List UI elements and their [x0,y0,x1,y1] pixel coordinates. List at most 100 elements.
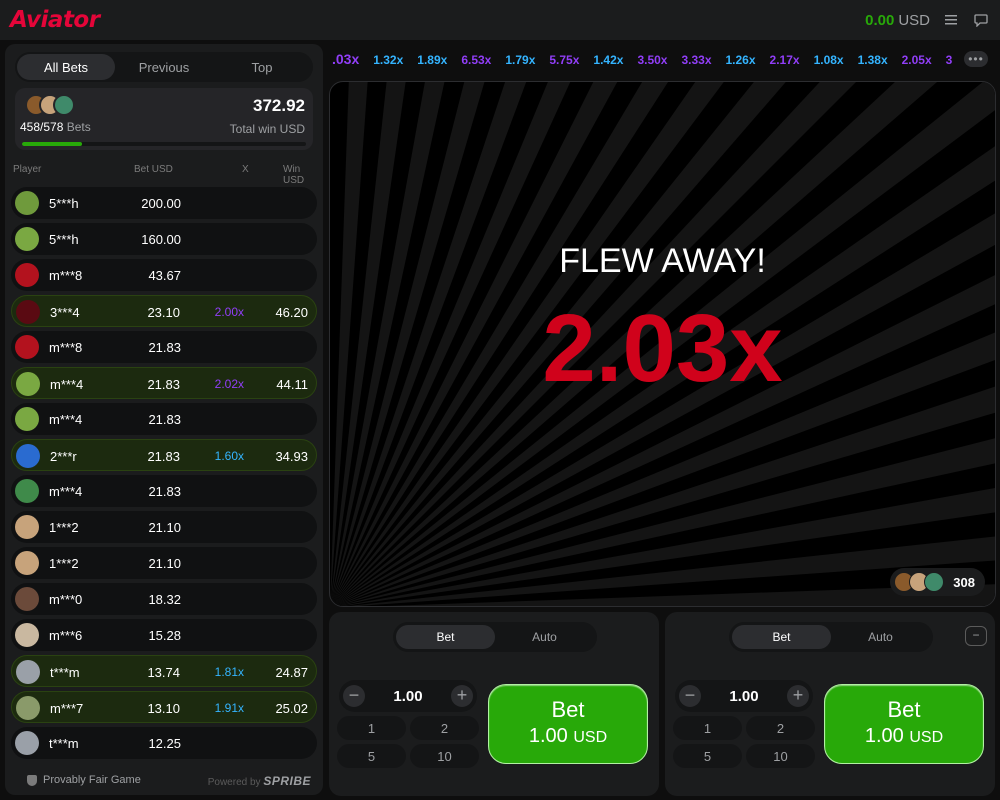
balance: 0.00 USD [865,12,930,29]
bet-row: m***8 21.83 [11,331,317,363]
history-multiplier[interactable]: 1.42x [593,45,623,74]
player-name: m***0 [49,592,83,607]
tab-bet[interactable]: Bet [732,625,831,649]
avatar [53,94,75,116]
bet-amount: 43.67 [148,268,181,283]
bet-amount: 21.83 [147,377,180,392]
quick-amount-5[interactable]: 5 [337,744,406,768]
bet-button-currency: USD [909,729,944,746]
bets-count: 458/578 Bets [20,120,91,134]
total-win-value: 372.92 [253,96,305,115]
powered-by: Powered by SPRIBE [208,774,311,788]
quick-amount-2[interactable]: 2 [410,716,479,740]
bet-row: m***6 15.28 [11,619,317,651]
tab-auto[interactable]: Auto [495,625,594,649]
bet-amount: 18.32 [148,592,181,607]
quick-amount-2[interactable]: 2 [746,716,815,740]
bets-count-label: Bets [66,120,91,134]
quick-amount-10[interactable]: 10 [746,744,815,768]
avatar [15,623,39,647]
avatar [16,660,40,684]
avatar [15,551,39,575]
history-multiplier[interactable]: 1.32x [373,45,403,74]
avatar [924,572,945,592]
place-bet-button[interactable]: Bet 1.00 USD [488,684,648,764]
win-amount: 34.93 [275,449,308,464]
avatar [16,696,40,720]
crash-multiplier: 2.03x [542,295,783,402]
bet-row: 2***r 21.83 1.60x 34.93 [11,439,317,471]
place-bet-button[interactable]: Bet 1.00 USD [824,684,984,764]
cashout-multiplier: 2.02x [214,377,244,391]
quick-amount-5[interactable]: 5 [673,744,742,768]
bet-amount: 21.83 [147,449,180,464]
aviator-logo: Aviator [10,7,100,33]
increase-bet-button[interactable]: + [451,685,473,707]
quick-amounts: 1 2 5 10 [337,716,479,768]
remove-panel-icon[interactable]: − [965,626,987,646]
history-multiplier[interactable]: 2.05x [902,45,932,74]
history-multiplier[interactable]: .03x [332,44,359,74]
bets-tabs: All Bets Previous Top [15,52,313,82]
balance-currency: USD [898,11,930,29]
avatar [16,444,40,468]
avatar [15,731,39,755]
tab-bet[interactable]: Bet [396,625,495,649]
history-more-button[interactable]: ••• [964,51,988,67]
bet-amount: 21.83 [148,484,181,499]
history-multiplier[interactable]: 3.50x [637,45,667,74]
avatar [15,587,39,611]
increase-bet-button[interactable]: + [787,685,809,707]
tab-auto[interactable]: Auto [831,625,930,649]
bet-button-label: Bet [551,697,585,722]
history-multiplier[interactable]: 6.53x [461,45,491,74]
avatar [15,191,39,215]
avatar [16,300,40,324]
cashout-multiplier: 1.81x [214,665,244,679]
tab-all-bets[interactable]: All Bets [17,54,115,80]
bet-button-amount: 1.00 USD [489,725,647,748]
col-player: Player [13,164,42,175]
history-multiplier[interactable]: 5.75x [549,45,579,74]
players-online: 308 [890,568,985,596]
bet-mode-tabs: Bet Auto [393,622,597,652]
summary-avatars [25,94,75,116]
bet-row: t***m 13.74 1.81x 24.87 [11,655,317,687]
bet-button-currency: USD [573,729,608,746]
provably-fair[interactable]: Provably Fair Game [27,774,141,786]
player-name: m***6 [49,628,83,643]
bets-panel: All Bets Previous Top 458/578 Bets 372.9… [5,44,323,795]
tab-top[interactable]: Top [213,54,311,80]
history-multiplier[interactable]: 1.08x [814,45,844,74]
avatar [15,335,39,359]
bets-table: 5***h 200.00 5***h 160.00 m***8 43.67 3***4 23.… [11,187,317,763]
history-multiplier[interactable]: 2.17x [770,45,800,74]
bet-amount: 21.10 [148,520,181,535]
bet-row: 1***2 21.10 [11,511,317,543]
players-count: 308 [953,574,975,590]
history-multiplier[interactable]: 1.38x [858,45,888,74]
history-multiplier[interactable]: 3 [946,45,953,74]
quick-amount-1[interactable]: 1 [337,716,406,740]
chat-icon[interactable] [972,11,990,29]
bet-amount: 160.00 [141,232,181,247]
powered-by-label: Powered by [207,777,261,788]
menu-icon[interactable] [942,11,960,29]
bet-amount: 200.00 [141,196,181,211]
avatar [15,227,39,251]
bet-panel-1: Bet Auto − 1.00 + 1 2 5 10 Bet 1.00 USD [329,612,659,796]
player-name: m***7 [50,701,84,716]
tab-previous[interactable]: Previous [115,54,213,80]
history-multiplier[interactable]: 3.33x [681,45,711,74]
history-multiplier[interactable]: 1.79x [505,45,535,74]
quick-amount-1[interactable]: 1 [673,716,742,740]
bets-footer: Provably Fair Game Powered by SPRIBE [5,765,323,795]
history-multiplier[interactable]: 1.26x [726,45,756,74]
avatar [15,407,39,431]
history-multiplier[interactable]: 1.89x [417,45,447,74]
player-name: m***4 [50,377,84,392]
flew-away-text: FLEW AWAY! [559,242,766,280]
bet-amount: 12.25 [148,736,181,751]
quick-amount-10[interactable]: 10 [410,744,479,768]
player-name: 3***4 [50,305,80,320]
